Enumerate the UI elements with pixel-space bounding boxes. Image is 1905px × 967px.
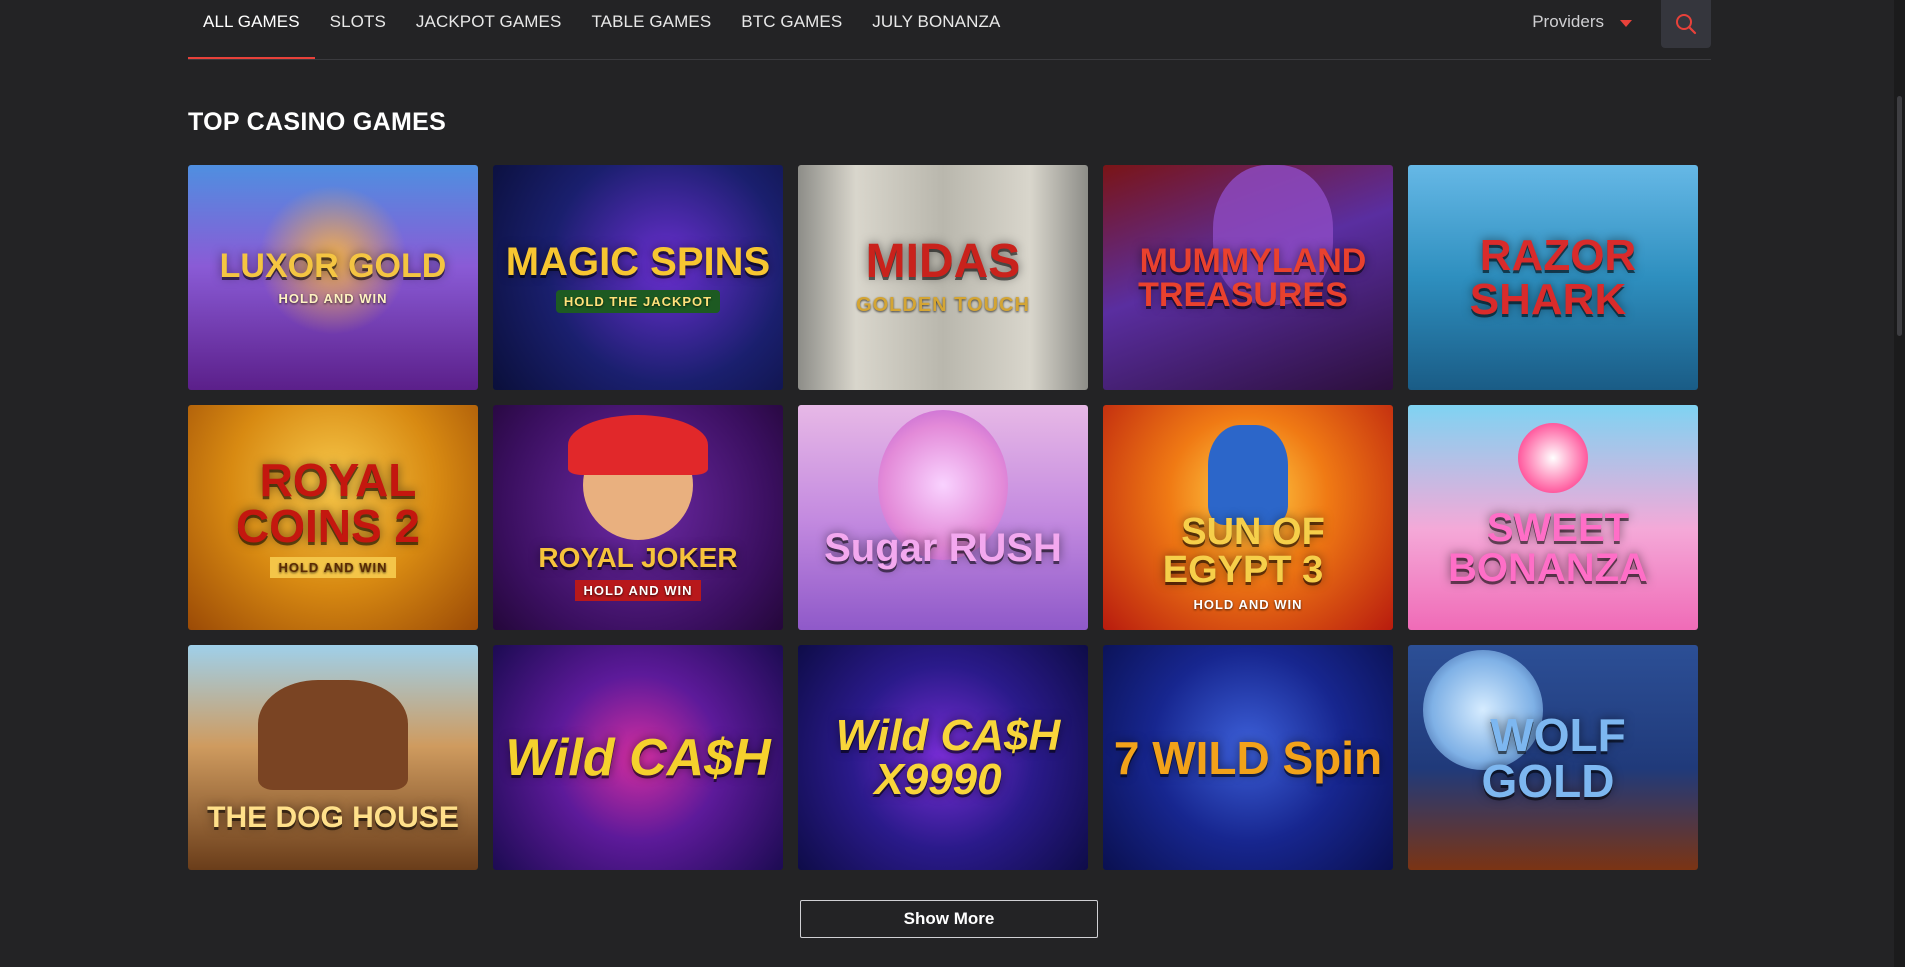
game-tile-sugar-rush[interactable]: Sugar RUSH bbox=[798, 405, 1088, 630]
game-category-nav: ALL GAMES SLOTS JACKPOT GAMES TABLE GAME… bbox=[188, 0, 1711, 60]
game-title: ROYAL COINS 2 bbox=[235, 454, 421, 552]
game-subtitle: GOLDEN TOUCH bbox=[856, 294, 1030, 316]
game-title: SWEET BONANZA bbox=[1448, 505, 1648, 590]
game-tile-midas-golden-touch[interactable]: MIDAS GOLDEN TOUCH bbox=[798, 165, 1088, 390]
games-section: ALL GAMES SLOTS JACKPOT GAMES TABLE GAME… bbox=[188, 0, 1711, 870]
game-tile-luxor-gold[interactable]: LUXOR GOLD HOLD AND WIN bbox=[188, 165, 478, 390]
game-tile-magic-spins[interactable]: MAGIC SPINS HOLD THE JACKPOT bbox=[493, 165, 783, 390]
game-tile-7-wild-spin[interactable]: 7 WILD Spin bbox=[1103, 645, 1393, 870]
game-title: SUN OF EGYPT 3 bbox=[1162, 511, 1325, 591]
game-title: WOLF GOLD bbox=[1481, 708, 1626, 807]
game-subtitle: HOLD AND WIN bbox=[270, 557, 396, 578]
tab-slots[interactable]: SLOTS bbox=[315, 0, 401, 59]
providers-label: Providers bbox=[1532, 12, 1604, 31]
show-more-button[interactable]: Show More bbox=[800, 900, 1098, 938]
game-title: Wild CA$H X9990 bbox=[835, 710, 1061, 804]
game-tile-wolf-gold[interactable]: WOLF GOLD bbox=[1408, 645, 1698, 870]
game-title: LUXOR GOLD bbox=[219, 247, 447, 285]
game-tile-the-dog-house[interactable]: THE DOG HOUSE bbox=[188, 645, 478, 870]
game-subtitle: HOLD AND WIN bbox=[575, 580, 701, 601]
scrollbar-thumb[interactable] bbox=[1897, 96, 1902, 336]
search-icon bbox=[1676, 14, 1697, 35]
game-title: ROYAL JOKER bbox=[538, 542, 738, 573]
game-tile-royal-joker[interactable]: ROYAL JOKER HOLD AND WIN bbox=[493, 405, 783, 630]
game-tile-razor-shark[interactable]: RAZOR SHARK bbox=[1408, 165, 1698, 390]
search-button[interactable] bbox=[1661, 0, 1711, 48]
game-title: MIDAS bbox=[865, 235, 1021, 288]
games-grid: LUXOR GOLD HOLD AND WIN MAGIC SPINS HOLD T… bbox=[188, 165, 1698, 870]
caret-down-icon bbox=[1620, 19, 1632, 27]
game-tile-sweet-bonanza[interactable]: SWEET BONANZA bbox=[1408, 405, 1698, 630]
tab-table-games[interactable]: TABLE GAMES bbox=[576, 0, 726, 59]
page-scrollbar[interactable] bbox=[1894, 0, 1905, 967]
section-title: TOP CASINO GAMES bbox=[188, 108, 447, 136]
game-title: Sugar RUSH bbox=[824, 525, 1062, 570]
game-tile-wild-cash[interactable]: Wild CA$H bbox=[493, 645, 783, 870]
game-tile-sun-of-egypt-3[interactable]: SUN OF EGYPT 3 HOLD AND WIN bbox=[1103, 405, 1393, 630]
providers-dropdown[interactable]: Providers bbox=[1532, 12, 1632, 32]
game-title: RAZOR SHARK bbox=[1469, 230, 1637, 324]
tab-july-bonanza[interactable]: JULY BONANZA bbox=[857, 0, 1015, 59]
game-title: MAGIC SPINS bbox=[505, 240, 771, 284]
game-tile-mummyland-treasures[interactable]: MUMMYLAND TREASURES bbox=[1103, 165, 1393, 390]
game-tile-royal-coins-2[interactable]: ROYAL COINS 2 HOLD AND WIN bbox=[188, 405, 478, 630]
game-title: MUMMYLAND TREASURES bbox=[1138, 241, 1367, 314]
game-subtitle: HOLD AND WIN bbox=[1193, 597, 1303, 612]
game-title: Wild CA$H bbox=[505, 728, 771, 787]
tab-btc-games[interactable]: BTC GAMES bbox=[726, 0, 857, 59]
tab-all-games[interactable]: ALL GAMES bbox=[188, 0, 315, 59]
game-tile-wild-cash-x9990[interactable]: Wild CA$H X9990 bbox=[798, 645, 1088, 870]
game-title: THE DOG HOUSE bbox=[207, 800, 459, 834]
game-title: 7 WILD Spin bbox=[1113, 731, 1383, 784]
game-subtitle: HOLD AND WIN bbox=[278, 291, 388, 306]
game-subtitle: HOLD THE JACKPOT bbox=[555, 290, 721, 313]
category-tabs: ALL GAMES SLOTS JACKPOT GAMES TABLE GAME… bbox=[188, 0, 1711, 59]
tab-jackpot-games[interactable]: JACKPOT GAMES bbox=[401, 0, 577, 59]
